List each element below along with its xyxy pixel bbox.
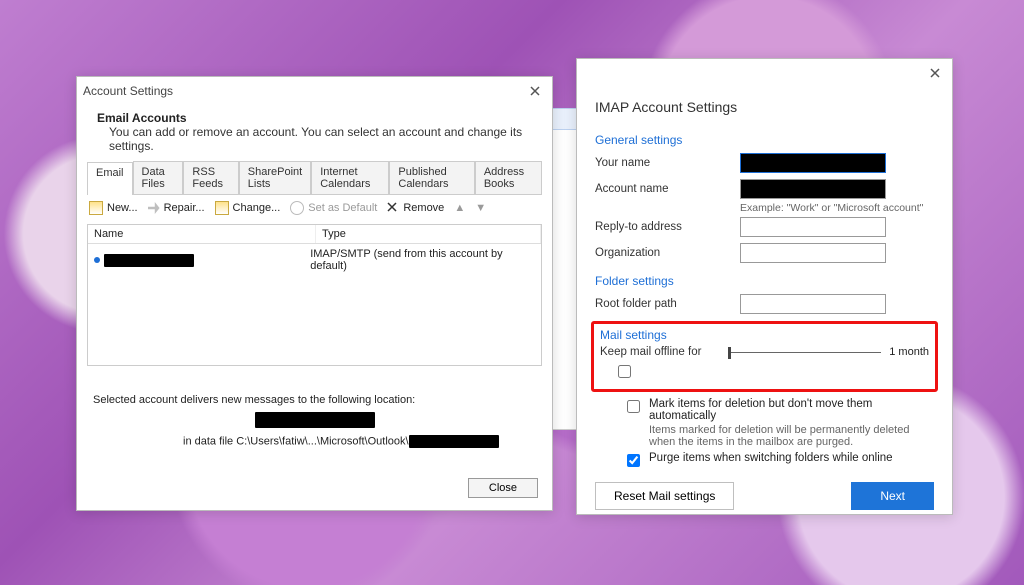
email-accounts-heading: Email Accounts bbox=[97, 111, 542, 125]
mark-for-deletion-label: Mark items for deletion but don't move t… bbox=[649, 398, 934, 422]
change-icon bbox=[215, 201, 229, 215]
remove-icon bbox=[387, 202, 399, 214]
account-tabs: Email Data Files RSS Feeds SharePoint Li… bbox=[87, 161, 542, 195]
next-button[interactable]: Next bbox=[851, 482, 934, 510]
change-label: Change... bbox=[233, 202, 281, 214]
remove-button[interactable]: Remove bbox=[387, 202, 444, 214]
tab-rss-feeds[interactable]: RSS Feeds bbox=[183, 161, 238, 194]
reply-to-input[interactable] bbox=[740, 217, 886, 237]
tab-address-books[interactable]: Address Books bbox=[475, 161, 542, 194]
account-type: IMAP/SMTP (send from this account by def… bbox=[306, 246, 539, 274]
dont-keep-copies-checkbox[interactable] bbox=[618, 365, 631, 378]
account-toolbar: New... Repair... Change... Set as Defaul… bbox=[87, 195, 542, 222]
account-name-example: Example: "Work" or "Microsoft account" bbox=[740, 202, 934, 214]
col-name-header[interactable]: Name bbox=[88, 225, 316, 243]
check-icon bbox=[290, 201, 304, 215]
keep-offline-value: 1 month bbox=[889, 346, 929, 358]
reply-to-label: Reply-to address bbox=[595, 221, 740, 233]
close-icon[interactable] bbox=[924, 62, 946, 84]
account-name-label: Account name bbox=[595, 183, 740, 195]
new-label: New... bbox=[107, 202, 138, 214]
tab-email[interactable]: Email bbox=[87, 162, 133, 195]
mark-for-deletion-help: Items marked for deletion will be perman… bbox=[649, 424, 934, 448]
organization-input[interactable] bbox=[740, 243, 886, 263]
col-type-header[interactable]: Type bbox=[316, 225, 541, 243]
folder-settings-section: Folder settings bbox=[595, 274, 934, 288]
account-name-redacted bbox=[104, 254, 194, 267]
purge-checkbox[interactable] bbox=[627, 454, 640, 467]
delivery-location: Selected account delivers new messages t… bbox=[87, 386, 542, 470]
close-icon[interactable] bbox=[524, 80, 546, 102]
your-name-label: Your name bbox=[595, 157, 740, 169]
root-folder-label: Root folder path bbox=[595, 298, 740, 310]
move-down-button: ▼ bbox=[475, 202, 486, 214]
general-settings-section: General settings bbox=[595, 133, 934, 147]
delivery-line: Selected account delivers new messages t… bbox=[93, 394, 536, 406]
tab-data-files[interactable]: Data Files bbox=[133, 161, 184, 194]
root-folder-input[interactable] bbox=[740, 294, 886, 314]
tab-sharepoint-lists[interactable]: SharePoint Lists bbox=[239, 161, 311, 194]
remove-label: Remove bbox=[403, 202, 444, 214]
account-name-input[interactable] bbox=[740, 179, 886, 199]
accounts-table: Name Type IMAP/SMTP (send from this acco… bbox=[87, 224, 542, 366]
mark-for-deletion-checkbox[interactable] bbox=[627, 400, 640, 413]
keep-offline-label: Keep mail offline for bbox=[600, 346, 720, 358]
new-icon bbox=[89, 201, 103, 215]
organization-label: Organization bbox=[595, 247, 740, 259]
set-default-label: Set as Default bbox=[308, 202, 377, 214]
move-up-button: ▲ bbox=[454, 202, 465, 214]
change-button[interactable]: Change... bbox=[215, 201, 281, 215]
email-accounts-subheading: You can add or remove an account. You ca… bbox=[109, 125, 542, 153]
default-indicator-icon bbox=[94, 257, 100, 263]
mail-settings-highlight: Mail settings Keep mail offline for 1 mo… bbox=[591, 321, 938, 392]
data-file-prefix: in data file bbox=[183, 435, 236, 447]
arrow-down-icon: ▼ bbox=[475, 202, 486, 214]
repair-icon bbox=[148, 202, 160, 214]
imap-title: IMAP Account Settings bbox=[595, 99, 934, 115]
purge-label: Purge items when switching folders while… bbox=[649, 452, 893, 464]
table-row[interactable]: IMAP/SMTP (send from this account by def… bbox=[88, 244, 541, 276]
keep-offline-slider[interactable] bbox=[728, 345, 881, 359]
close-button[interactable]: Close bbox=[468, 478, 538, 498]
data-file-path: C:\Users\fatiw\...\Microsoft\Outlook\ bbox=[236, 435, 408, 447]
data-file-redacted bbox=[409, 435, 499, 448]
repair-button[interactable]: Repair... bbox=[148, 202, 205, 214]
arrow-up-icon: ▲ bbox=[454, 202, 465, 214]
account-settings-title: Account Settings bbox=[83, 84, 173, 98]
new-button[interactable]: New... bbox=[89, 201, 138, 215]
tab-published-calendars[interactable]: Published Calendars bbox=[389, 161, 474, 194]
reset-mail-settings-button[interactable]: Reset Mail settings bbox=[595, 482, 734, 510]
your-name-input[interactable] bbox=[740, 153, 886, 173]
account-settings-titlebar: Account Settings bbox=[77, 77, 552, 105]
account-settings-dialog: Account Settings Email Accounts You can … bbox=[76, 76, 553, 511]
tab-internet-calendars[interactable]: Internet Calendars bbox=[311, 161, 389, 194]
imap-settings-dialog: IMAP Account Settings General settings Y… bbox=[576, 58, 953, 515]
repair-label: Repair... bbox=[164, 202, 205, 214]
delivery-folder-redacted bbox=[255, 412, 375, 428]
set-default-button: Set as Default bbox=[290, 201, 377, 215]
mail-settings-section: Mail settings bbox=[600, 328, 929, 342]
